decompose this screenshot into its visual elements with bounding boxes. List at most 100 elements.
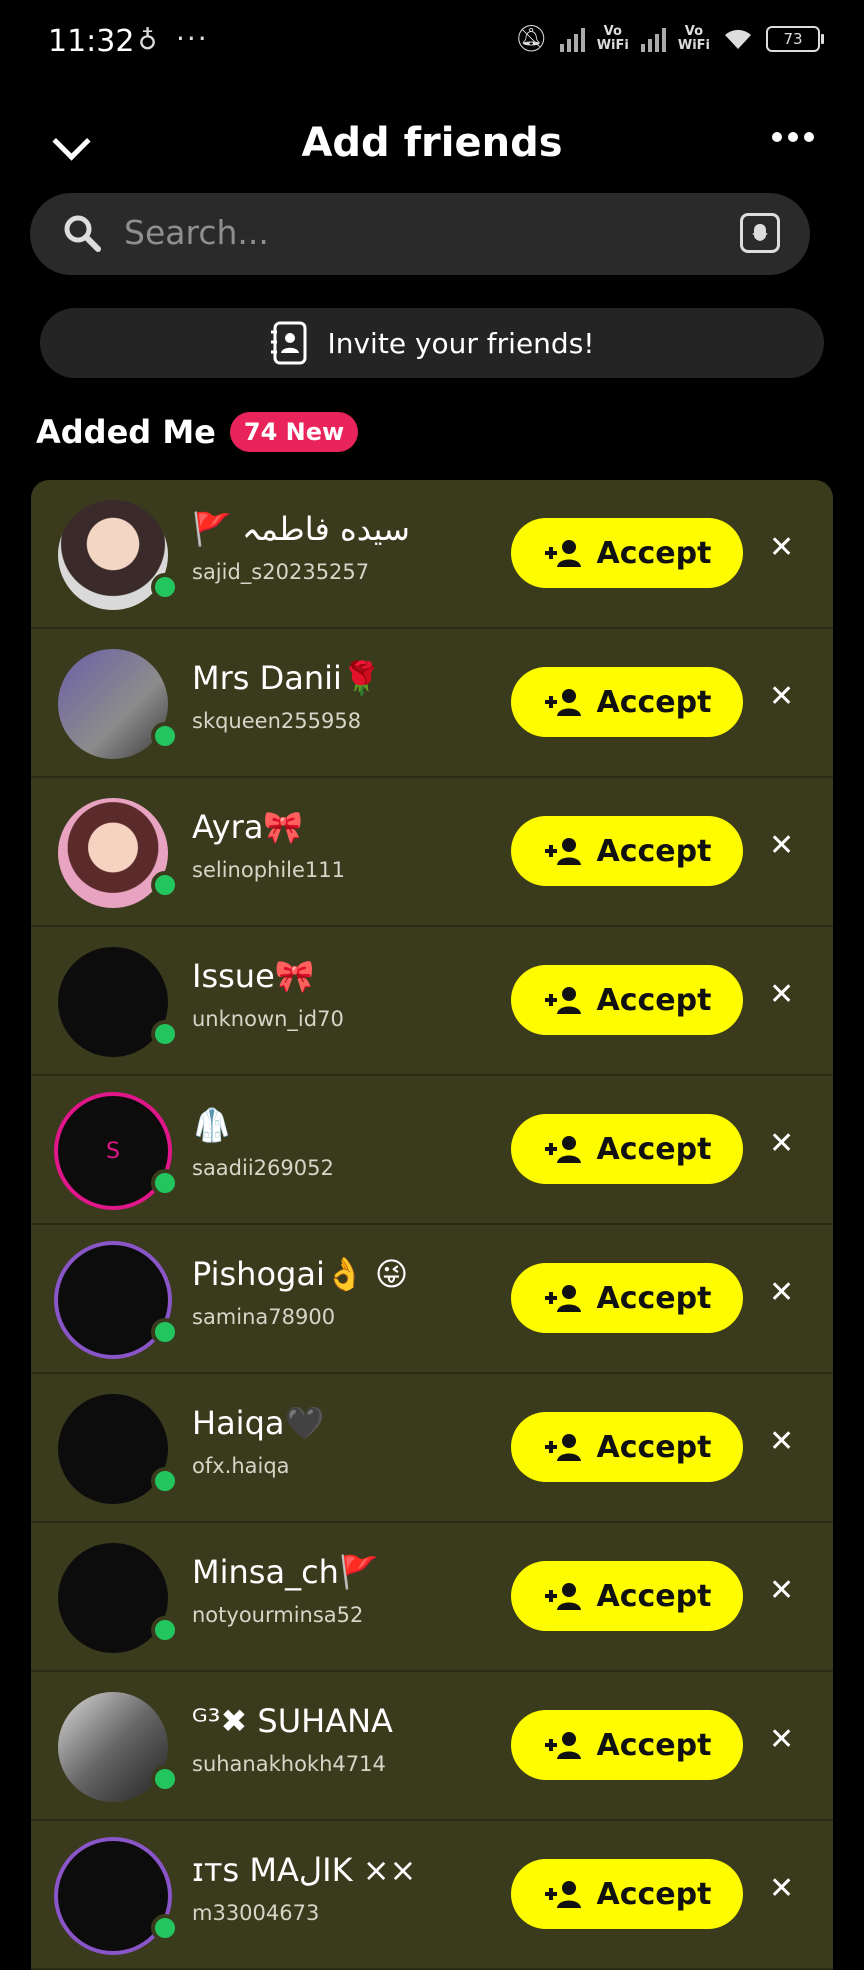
avatar[interactable] xyxy=(58,798,168,908)
close-icon[interactable]: ✕ xyxy=(769,1871,794,1906)
battery-icon: 73 xyxy=(766,26,824,52)
close-icon[interactable]: ✕ xyxy=(769,530,794,565)
friend-request-list: 🚩 سیده فاطمہ sajid_s20235257 Accept ✕ Mrs Da… xyxy=(31,480,833,1970)
display-name: ᴳ³✖ SUHANA xyxy=(192,1702,393,1740)
accept-button[interactable]: Accept xyxy=(511,1561,743,1631)
vowifi-label-1: Vo WiFi xyxy=(596,24,629,53)
online-status-dot xyxy=(151,1169,179,1197)
username: saadii269052 xyxy=(192,1156,334,1180)
username: unknown_id70 xyxy=(192,1007,344,1031)
avatar[interactable] xyxy=(58,1692,168,1802)
accept-button[interactable]: Accept xyxy=(511,667,743,737)
friend-request-row[interactable]: S 🥼 saadii269052 Accept ✕ xyxy=(31,1076,833,1225)
friend-request-row[interactable]: ɪᴛs MAلIK ×× m33004673 Accept ✕ xyxy=(31,1821,833,1970)
accept-label: Accept xyxy=(596,1131,712,1167)
signal-icon xyxy=(559,26,585,52)
accept-button[interactable]: Accept xyxy=(511,816,743,886)
avatar[interactable] xyxy=(58,649,168,759)
accept-button[interactable]: Accept xyxy=(511,965,743,1035)
avatar[interactable] xyxy=(58,1841,168,1951)
header: Add friends xyxy=(0,110,864,180)
accept-label: Accept xyxy=(596,684,712,720)
friend-request-row[interactable]: Mrs Danii🌹 skqueen255958 Accept ✕ xyxy=(31,629,833,778)
status-icons: 🔕︎ Vo WiFi Vo WiFi 73 xyxy=(514,24,824,54)
username: ofx.haiqa xyxy=(192,1454,290,1478)
accept-label: Accept xyxy=(596,982,712,1018)
accept-button[interactable]: Accept xyxy=(511,1114,743,1184)
username: selinophile111 xyxy=(192,858,345,882)
accept-button[interactable]: Accept xyxy=(511,1710,743,1780)
add-friend-icon xyxy=(544,838,581,865)
display-name: 🥼 xyxy=(192,1106,232,1144)
display-name: Issue🎀 xyxy=(192,957,315,995)
add-friend-icon xyxy=(544,1732,581,1759)
accept-label: Accept xyxy=(596,1876,712,1912)
accept-button[interactable]: Accept xyxy=(511,1263,743,1333)
avatar[interactable] xyxy=(58,1543,168,1653)
close-icon[interactable]: ✕ xyxy=(769,1722,794,1757)
display-name: Pishogai👌 😜 xyxy=(192,1255,409,1293)
invite-friends-button[interactable]: Invite your friends! xyxy=(40,308,824,378)
accept-label: Accept xyxy=(596,1578,712,1614)
accept-button[interactable]: Accept xyxy=(511,1859,743,1929)
friend-request-row[interactable]: Issue🎀 unknown_id70 Accept ✕ xyxy=(31,927,833,1076)
more-options-icon[interactable] xyxy=(772,132,814,142)
close-icon[interactable]: ✕ xyxy=(769,1275,794,1310)
add-friend-icon xyxy=(544,1881,581,1908)
friend-request-row[interactable]: Minsa_ch🚩 notyourminsa52 Accept ✕ xyxy=(31,1523,833,1672)
status-time: 11:32 xyxy=(48,24,135,59)
signal-icon-2 xyxy=(640,26,666,52)
search-icon xyxy=(64,215,101,252)
accept-label: Accept xyxy=(596,833,712,869)
online-status-dot xyxy=(151,1020,179,1048)
section-title: Added Me xyxy=(36,413,216,451)
add-friend-icon xyxy=(544,1583,581,1610)
close-icon[interactable]: ✕ xyxy=(769,1126,794,1161)
close-icon[interactable]: ✕ xyxy=(769,977,794,1012)
avatar[interactable] xyxy=(58,500,168,610)
username: m33004673 xyxy=(192,1901,320,1925)
added-me-header: Added Me 74 New xyxy=(36,412,359,452)
online-status-dot xyxy=(151,1914,179,1942)
online-status-dot xyxy=(151,1765,179,1793)
snapcode-scan-icon[interactable] xyxy=(740,213,780,253)
close-icon[interactable]: ✕ xyxy=(769,1573,794,1608)
friend-request-row[interactable]: ᴳ³✖ SUHANA suhanakhokh4714 Accept ✕ xyxy=(31,1672,833,1821)
avatar[interactable] xyxy=(58,1245,168,1355)
invite-label: Invite your friends! xyxy=(327,326,595,360)
online-status-dot xyxy=(151,1616,179,1644)
search-input[interactable]: Search... xyxy=(30,193,810,275)
avatar[interactable] xyxy=(58,1394,168,1504)
close-icon[interactable]: ✕ xyxy=(769,1424,794,1459)
display-name: Ayra🎀 xyxy=(192,808,304,846)
friend-request-row[interactable]: 🚩 سیده فاطمہ sajid_s20235257 Accept ✕ xyxy=(31,480,833,629)
display-name: ɪᴛs MAلIK ×× xyxy=(192,1851,417,1889)
accept-label: Accept xyxy=(596,1727,712,1763)
display-name: Haiqa🖤 xyxy=(192,1404,325,1442)
search-placeholder: Search... xyxy=(124,213,269,252)
close-icon[interactable]: ✕ xyxy=(769,828,794,863)
status-bar: 11:32 ♁ ··· 🔕︎ Vo WiFi Vo WiFi 73 xyxy=(0,0,864,88)
friend-request-row[interactable]: Pishogai👌 😜 samina78900 Accept ✕ xyxy=(31,1225,833,1374)
accept-label: Accept xyxy=(596,1429,712,1465)
online-status-dot xyxy=(151,573,179,601)
username: sajid_s20235257 xyxy=(192,560,370,584)
username: skqueen255958 xyxy=(192,709,362,733)
add-friend-icon xyxy=(544,1136,581,1163)
avatar[interactable]: S xyxy=(58,1096,168,1206)
username: samina78900 xyxy=(192,1305,336,1329)
add-friend-icon xyxy=(544,689,581,716)
alarm-icon: ♁ xyxy=(138,26,158,56)
friend-request-row[interactable]: Ayra🎀 selinophile111 Accept ✕ xyxy=(31,778,833,927)
mute-icon: 🔕︎ xyxy=(514,24,548,54)
accept-label: Accept xyxy=(596,1280,712,1316)
display-name: Minsa_ch🚩 xyxy=(192,1553,379,1591)
friend-request-row[interactable]: Haiqa🖤 ofx.haiqa Accept ✕ xyxy=(31,1374,833,1523)
accept-button[interactable]: Accept xyxy=(511,518,743,588)
avatar[interactable] xyxy=(58,947,168,1057)
vowifi-label-2: Vo WiFi xyxy=(677,24,710,53)
online-status-dot xyxy=(151,722,179,750)
close-icon[interactable]: ✕ xyxy=(769,679,794,714)
accept-button[interactable]: Accept xyxy=(511,1412,743,1482)
online-status-dot xyxy=(151,871,179,899)
